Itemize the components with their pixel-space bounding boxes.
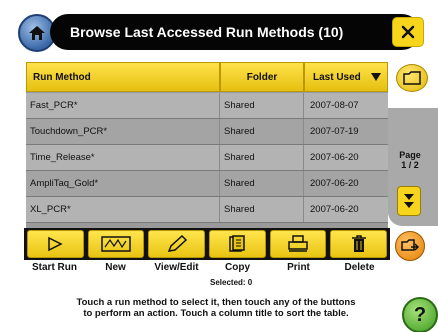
close-icon xyxy=(401,25,415,39)
toolbar-labels: Start Run New View/Edit Copy Print Delet… xyxy=(24,262,390,273)
print-icon xyxy=(288,235,308,252)
table-row[interactable]: XL_PCR* Shared 2007-06-20 xyxy=(26,197,388,223)
page-value: 1 / 2 xyxy=(401,160,419,170)
help-text: Touch a run method to select it, then to… xyxy=(56,297,376,319)
page-label: Page xyxy=(399,150,421,160)
table-body: Fast_PCR* Shared 2007-08-07 Touchdown_PC… xyxy=(26,93,388,223)
cell-last-used: 2007-07-19 xyxy=(304,119,388,144)
cell-run-method: Time_Release* xyxy=(26,145,220,170)
page-title: Browse Last Accessed Run Methods (10) xyxy=(70,24,344,40)
help-line-2: to perform an action. Touch a column tit… xyxy=(83,308,349,319)
cell-last-used: 2007-08-07 xyxy=(304,93,388,118)
chevron-down-icon xyxy=(404,194,414,200)
export-button[interactable] xyxy=(395,231,425,261)
selection-count: Selected: 0 xyxy=(210,278,253,287)
folder-button[interactable] xyxy=(396,64,428,92)
table-row[interactable]: Time_Release* Shared 2007-06-20 xyxy=(26,145,388,171)
copy-label: Copy xyxy=(225,262,250,273)
cell-run-method: AmpliTaq_Gold* xyxy=(26,171,220,196)
page-indicator: Page 1 / 2 xyxy=(388,150,432,170)
delete-label: Delete xyxy=(344,262,375,273)
start-run-label: Start Run xyxy=(32,262,77,273)
title-bar: Browse Last Accessed Run Methods (10) xyxy=(50,14,420,50)
chevron-down-icon xyxy=(404,202,414,208)
delete-button[interactable] xyxy=(330,230,388,258)
view-edit-button[interactable] xyxy=(148,230,206,258)
action-toolbar xyxy=(24,228,390,260)
start-run-icon xyxy=(48,236,64,252)
cell-folder: Shared xyxy=(220,93,304,118)
home-icon xyxy=(29,26,45,40)
column-header-last-used[interactable]: Last Used xyxy=(304,62,388,92)
table-row[interactable]: Touchdown_PCR* Shared 2007-07-19 xyxy=(26,119,388,145)
sort-descending-icon xyxy=(371,73,381,81)
copy-button[interactable] xyxy=(209,230,266,258)
print-button[interactable] xyxy=(269,230,327,258)
cell-folder: Shared xyxy=(220,145,304,170)
cell-run-method: XL_PCR* xyxy=(26,197,220,222)
run-methods-table: Run Method Folder Last Used Fast_PCR* Sh… xyxy=(26,62,388,228)
table-row[interactable]: AmpliTaq_Gold* Shared 2007-06-20 xyxy=(26,171,388,197)
start-run-button[interactable] xyxy=(27,230,84,258)
column-header-last-used-label: Last Used xyxy=(313,71,361,83)
export-icon xyxy=(401,239,419,251)
page-down-button[interactable] xyxy=(397,186,421,216)
column-header-folder[interactable]: Folder xyxy=(220,62,304,92)
print-label: Print xyxy=(287,262,310,273)
cell-folder: Shared xyxy=(220,119,304,144)
new-label: New xyxy=(105,262,126,273)
close-button[interactable] xyxy=(392,17,424,47)
new-icon xyxy=(101,236,131,252)
trash-icon xyxy=(351,235,366,252)
table-header: Run Method Folder Last Used xyxy=(26,62,388,92)
help-line-1: Touch a run method to select it, then to… xyxy=(76,297,356,308)
cell-run-method: Fast_PCR* xyxy=(26,93,220,118)
pencil-icon xyxy=(167,235,187,252)
view-edit-label: View/Edit xyxy=(154,262,199,273)
cell-folder: Shared xyxy=(220,197,304,222)
cell-last-used: 2007-06-20 xyxy=(304,145,388,170)
table-row[interactable]: Fast_PCR* Shared 2007-08-07 xyxy=(26,93,388,119)
copy-icon xyxy=(229,235,246,252)
help-button[interactable]: ? xyxy=(402,297,438,332)
cell-folder: Shared xyxy=(220,171,304,196)
column-header-run-method[interactable]: Run Method xyxy=(26,62,220,92)
cell-run-method: Touchdown_PCR* xyxy=(26,119,220,144)
folder-icon xyxy=(403,71,421,85)
cell-last-used: 2007-06-20 xyxy=(304,171,388,196)
new-button[interactable] xyxy=(87,230,145,258)
cell-last-used: 2007-06-20 xyxy=(304,197,388,222)
